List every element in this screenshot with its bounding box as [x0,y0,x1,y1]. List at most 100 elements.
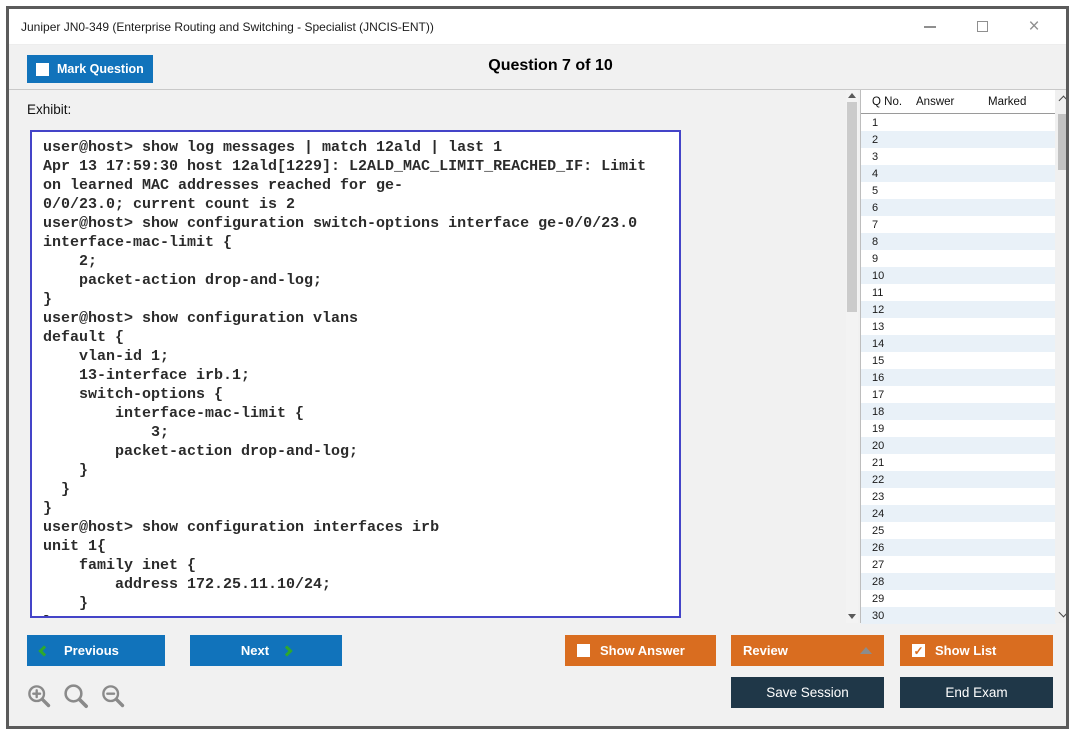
list-scroll-up-icon[interactable] [1059,96,1069,106]
table-row[interactable]: 12 [861,301,1056,318]
question-list-header: Q No. Answer Marked [861,90,1069,114]
table-row[interactable]: 2 [861,131,1056,148]
q-number: 1 [861,117,916,129]
table-row[interactable]: 6 [861,199,1056,216]
table-row[interactable]: 18 [861,403,1056,420]
table-row[interactable]: 7 [861,216,1056,233]
q-number: 6 [861,202,916,214]
table-row[interactable]: 16 [861,369,1056,386]
table-row[interactable]: 20 [861,437,1056,454]
main-scrollbar[interactable] [846,90,858,623]
table-row[interactable]: 21 [861,454,1056,471]
magnifier-icon[interactable] [62,682,91,711]
q-number: 24 [861,508,916,520]
q-number: 19 [861,423,916,435]
table-row[interactable]: 23 [861,488,1056,505]
table-row[interactable]: 8 [861,233,1056,250]
save-session-label: Save Session [766,685,849,700]
q-number: 22 [861,474,916,486]
main-scrollbar-thumb[interactable] [847,102,857,312]
q-number: 15 [861,355,916,367]
q-number: 5 [861,185,916,197]
minimize-icon [924,26,936,28]
table-row[interactable]: 30 [861,607,1056,624]
title-bar: Juniper JN0-349 (Enterprise Routing and … [9,9,1066,45]
q-number: 27 [861,559,916,571]
zoom-out-icon[interactable] [100,683,127,710]
window-title: Juniper JN0-349 (Enterprise Routing and … [21,20,434,34]
minimize-button[interactable] [922,19,938,35]
review-label: Review [743,643,788,658]
question-list-panel: Q No. Answer Marked 1 2 3 4 5 6 7 8 9 [860,90,1069,623]
chevron-right-icon [281,645,292,656]
maximize-icon [977,21,988,32]
q-number: 12 [861,304,916,316]
q-number: 13 [861,321,916,333]
table-row[interactable]: 9 [861,250,1056,267]
table-row[interactable]: 19 [861,420,1056,437]
table-row[interactable]: 27 [861,556,1056,573]
column-header-answer: Answer [916,96,988,108]
table-row[interactable]: 13 [861,318,1056,335]
q-number: 23 [861,491,916,503]
maximize-button[interactable] [974,19,990,35]
exhibit-code: user@host> show log messages | match 12a… [32,132,679,618]
end-exam-button[interactable]: End Exam [900,677,1053,708]
table-row[interactable]: 14 [861,335,1056,352]
table-row[interactable]: 28 [861,573,1056,590]
close-button[interactable]: × [1026,19,1042,35]
q-number: 21 [861,457,916,469]
table-row[interactable]: 3 [861,148,1056,165]
table-row[interactable]: 22 [861,471,1056,488]
q-number: 17 [861,389,916,401]
q-number: 2 [861,134,916,146]
table-row[interactable]: 26 [861,539,1056,556]
table-row[interactable]: 25 [861,522,1056,539]
scroll-down-arrow-icon[interactable] [848,614,856,619]
chevron-left-icon [38,645,49,656]
end-exam-label: End Exam [945,685,1007,700]
show-answer-button[interactable]: Show Answer [565,635,716,666]
scroll-up-arrow-icon[interactable] [848,93,856,98]
review-button[interactable]: Review [731,635,884,666]
q-number: 7 [861,219,916,231]
show-list-button[interactable]: ✓ Show List [900,635,1053,666]
q-number: 30 [861,610,916,622]
table-row[interactable]: 11 [861,284,1056,301]
top-bar: Mark Question Question 7 of 10 [9,46,1066,89]
question-rows: 1 2 3 4 5 6 7 8 9 10 11 [861,114,1056,624]
list-scrollbar-thumb[interactable] [1058,114,1069,170]
table-row[interactable]: 15 [861,352,1056,369]
screenshot-frame: Juniper JN0-349 (Enterprise Routing and … [0,0,1075,735]
list-scrollbar[interactable] [1055,90,1069,623]
triangle-up-icon [860,647,872,654]
exhibit-label: Exhibit: [27,102,71,117]
q-number: 14 [861,338,916,350]
save-session-button[interactable]: Save Session [731,677,884,708]
q-number: 10 [861,270,916,282]
table-row[interactable]: 10 [861,267,1056,284]
show-list-checkbox[interactable]: ✓ [912,644,925,657]
previous-label: Previous [64,643,119,658]
table-row[interactable]: 17 [861,386,1056,403]
q-number: 20 [861,440,916,452]
show-list-label: Show List [935,643,996,658]
check-icon: ✓ [913,645,923,657]
zoom-in-icon[interactable] [26,683,53,710]
show-answer-checkbox[interactable] [577,644,590,657]
table-row[interactable]: 1 [861,114,1056,131]
q-number: 25 [861,525,916,537]
table-row[interactable]: 24 [861,505,1056,522]
exhibit-box: user@host> show log messages | match 12a… [30,130,681,618]
table-row[interactable]: 29 [861,590,1056,607]
next-label: Next [241,643,269,658]
show-answer-label: Show Answer [600,643,685,658]
table-row[interactable]: 4 [861,165,1056,182]
next-button[interactable]: Next [190,635,342,666]
exam-app-window: Juniper JN0-349 (Enterprise Routing and … [6,6,1069,729]
q-number: 18 [861,406,916,418]
list-scroll-down-icon[interactable] [1059,608,1069,618]
previous-button[interactable]: Previous [27,635,165,666]
q-number: 26 [861,542,916,554]
table-row[interactable]: 5 [861,182,1056,199]
